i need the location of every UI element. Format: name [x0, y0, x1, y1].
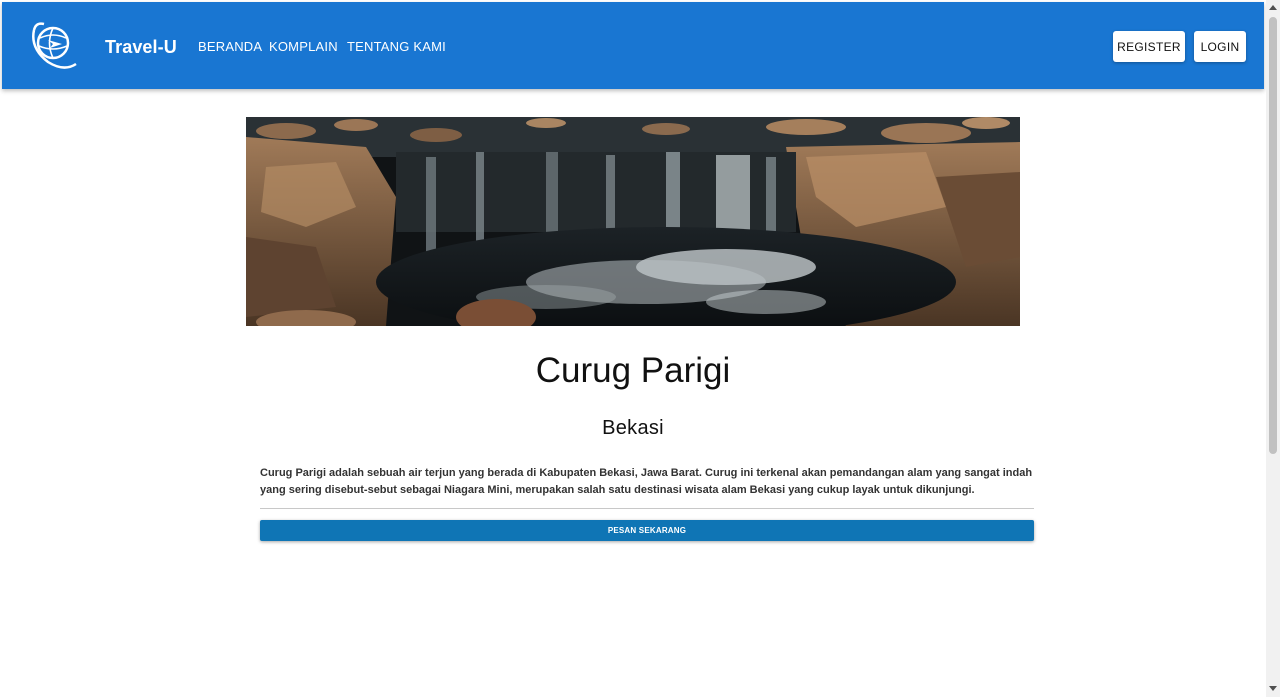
nav-tentang-kami[interactable]: TENTANG KAMI — [347, 39, 446, 55]
destination-title: Curug Parigi — [535, 351, 731, 390]
scrollbar-thumb[interactable] — [1269, 17, 1277, 454]
nav-komplain[interactable]: KOMPLAIN — [269, 39, 338, 55]
top-app-bar: Travel-U BERANDA KOMPLAIN TENTANG KAMI R… — [2, 2, 1264, 89]
page: Travel-U BERANDA KOMPLAIN TENTANG KAMI R… — [0, 0, 1266, 697]
vertical-scrollbar[interactable] — [1266, 0, 1280, 697]
nav-beranda[interactable]: BERANDA — [198, 39, 262, 55]
scroll-down-arrow-icon[interactable] — [1269, 686, 1277, 691]
login-button[interactable]: LOGIN — [1194, 31, 1246, 62]
scroll-up-arrow-icon[interactable] — [1269, 5, 1277, 10]
register-button[interactable]: REGISTER — [1113, 31, 1185, 62]
order-now-button[interactable]: PESAN SEKARANG — [260, 520, 1034, 541]
destination-description: Curug Parigi adalah sebuah air terjun ya… — [260, 467, 1033, 496]
destination-location: Bekasi — [602, 417, 664, 439]
brand-name[interactable]: Travel-U — [105, 36, 177, 58]
globe-plane-logo-icon[interactable] — [28, 18, 80, 72]
waterfall-photo — [246, 117, 1020, 326]
divider — [260, 508, 1034, 509]
destination-hero-image — [246, 117, 1020, 326]
